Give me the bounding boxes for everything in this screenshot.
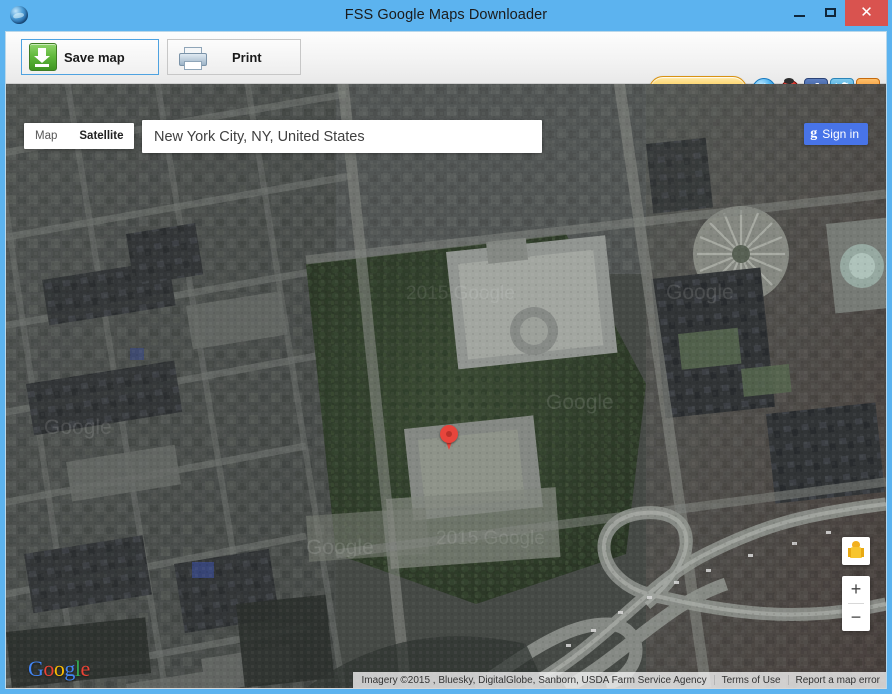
google-logo: Google [28, 656, 90, 682]
save-map-label: Save map [64, 49, 125, 65]
application-window: FSS Google Maps Downloader ✕ Save map Pr… [0, 0, 892, 694]
svg-text:Google: Google [44, 416, 112, 439]
sign-in-label: Sign in [822, 127, 859, 141]
zoom-in-button[interactable]: + [842, 576, 870, 603]
sign-in-button[interactable]: g Sign in [804, 123, 868, 145]
search-box[interactable] [142, 120, 542, 153]
title-bar: FSS Google Maps Downloader ✕ [0, 0, 892, 31]
maximize-icon [825, 8, 836, 17]
print-label: Print [232, 49, 262, 65]
save-map-button[interactable]: Save map [21, 39, 159, 75]
attribution-divider-1 [713, 675, 715, 685]
search-input[interactable] [142, 120, 542, 153]
svg-text:2015 Google: 2015 Google [436, 528, 545, 549]
zoom-control[interactable]: + − [842, 576, 870, 631]
svg-text:Google: Google [306, 536, 374, 559]
download-icon [29, 43, 57, 71]
map-attribution: Imagery ©2015 , Bluesky, DigitalGlobe, S… [353, 672, 886, 688]
map-view[interactable]: Google Google Google Google 2015 Google … [6, 84, 886, 688]
minimize-button[interactable] [783, 0, 815, 26]
maximize-button[interactable] [815, 0, 847, 26]
google-logo-e: e [80, 656, 91, 681]
close-button[interactable]: ✕ [845, 0, 888, 26]
google-g-icon: g [810, 126, 818, 141]
zoom-out-button[interactable]: − [842, 604, 870, 631]
imagery-credit: Imagery ©2015 , Bluesky, DigitalGlobe, S… [361, 674, 707, 686]
map-type-map[interactable]: Map [24, 123, 68, 149]
pegman-icon[interactable] [842, 537, 870, 565]
client-area: Save map Print Donate i f [5, 31, 887, 689]
report-map-error-link[interactable]: Report a map error [796, 675, 880, 686]
attribution-divider-2 [787, 675, 789, 685]
google-logo-g1: G [28, 656, 44, 681]
window-title: FSS Google Maps Downloader [344, 7, 548, 23]
satellite-imagery: Google Google Google Google 2015 Google … [6, 84, 886, 688]
print-button[interactable]: Print [167, 39, 301, 75]
google-logo-g2: g [64, 656, 75, 681]
close-icon: ✕ [860, 4, 873, 21]
map-type-control[interactable]: Map Satellite [24, 123, 135, 149]
svg-text:2015 Google: 2015 Google [406, 283, 515, 304]
google-logo-o2: o [53, 656, 65, 681]
terms-of-use-link[interactable]: Terms of Use [722, 675, 781, 686]
toolbar: Save map Print Donate i f [6, 32, 886, 111]
map-type-satellite[interactable]: Satellite [68, 123, 134, 149]
location-marker[interactable] [440, 425, 458, 451]
printer-icon [178, 45, 207, 70]
svg-text:Google: Google [666, 281, 734, 304]
status-strip [6, 688, 886, 689]
google-logo-o1: o [43, 656, 54, 681]
svg-text:Google: Google [546, 391, 614, 414]
minimize-icon [794, 15, 805, 17]
